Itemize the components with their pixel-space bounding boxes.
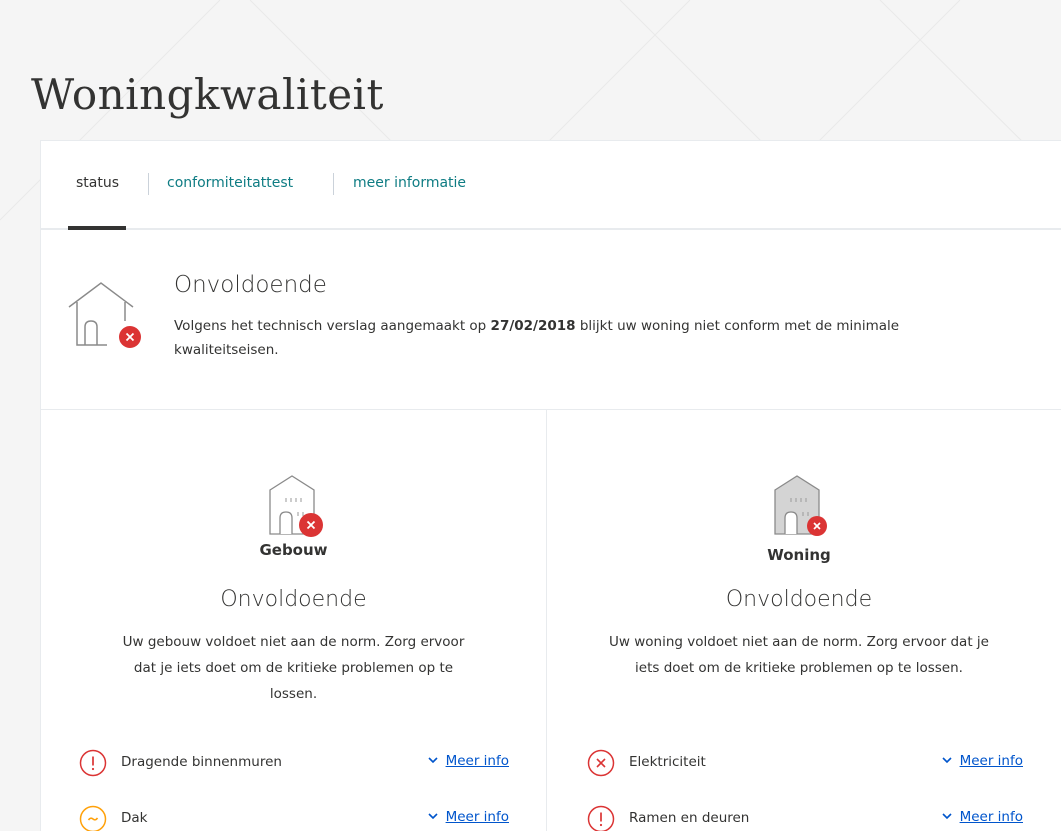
column-description: Uw woning voldoet niet aan de norm. Zorg… — [609, 634, 989, 676]
active-tab-indicator — [68, 226, 126, 230]
column-woning: Woning Onvoldoende Uw woning voldoet nie… — [546, 409, 1051, 831]
meer-info-text: Meer info — [959, 809, 1023, 825]
chevron-down-icon — [428, 757, 438, 764]
page-title: Woningkwaliteit — [31, 70, 384, 119]
tilde-circle-icon — [79, 805, 107, 831]
meer-info-link[interactable]: Meer info — [940, 753, 1023, 769]
exclamation-circle-icon — [79, 749, 107, 777]
problem-row: Ramen en deuren Meer info — [587, 805, 1023, 831]
status-title: Onvoldoende — [174, 272, 327, 298]
column-status: Onvoldoende — [220, 587, 367, 612]
meer-info-link[interactable]: Meer info — [940, 809, 1023, 825]
column-description: Uw gebouw voldoet niet aan de norm. Zorg… — [122, 634, 465, 702]
tab-status[interactable]: status — [76, 175, 119, 191]
meer-info-link[interactable]: Meer info — [426, 753, 509, 769]
tab-conformiteitattest[interactable]: conformiteitattest — [167, 175, 293, 191]
house-error-icon — [68, 282, 141, 348]
problem-row: Dragende binnenmuren Meer info — [79, 749, 509, 779]
building-error-icon — [268, 475, 323, 537]
meer-info-text: Meer info — [445, 809, 509, 825]
status-date: 27/02/2018 — [490, 318, 576, 334]
meer-info-text: Meer info — [959, 753, 1023, 769]
tab-bar: status conformiteitattest meer informati… — [41, 141, 1061, 230]
status-summary: Onvoldoende Volgens het technisch versla… — [41, 232, 1061, 410]
chevron-down-icon — [942, 813, 952, 820]
status-desc-before: Volgens het technisch verslag aangemaakt… — [174, 318, 491, 334]
tab-separator — [333, 173, 334, 195]
column-gebouw: Gebouw Onvoldoende Uw gebouw voldoet nie… — [41, 409, 546, 831]
tab-meer-informatie[interactable]: meer informatie — [353, 175, 466, 191]
status-description: Volgens het technisch verslag aangemaakt… — [174, 314, 994, 362]
problem-label: Elektriciteit — [629, 754, 706, 770]
chevron-down-icon — [942, 757, 952, 764]
column-status: Onvoldoende — [725, 587, 873, 612]
problem-row: Dak Meer info — [79, 805, 509, 831]
meer-info-link[interactable]: Meer info — [426, 809, 509, 825]
x-circle-icon — [587, 749, 615, 777]
problem-label: Dragende binnenmuren — [121, 754, 282, 770]
tab-separator — [148, 173, 149, 195]
problem-label: Ramen en deuren — [629, 810, 750, 826]
problem-row: Elektriciteit Meer info — [587, 749, 1023, 779]
column-label: Gebouw — [259, 541, 328, 559]
problem-label: Dak — [121, 810, 148, 826]
column-label: Woning — [767, 546, 831, 564]
apartment-error-icon — [774, 475, 827, 536]
quality-card: status conformiteitattest meer informati… — [40, 140, 1061, 831]
chevron-down-icon — [428, 813, 438, 820]
meer-info-text: Meer info — [445, 753, 509, 769]
exclamation-circle-icon — [587, 805, 615, 831]
